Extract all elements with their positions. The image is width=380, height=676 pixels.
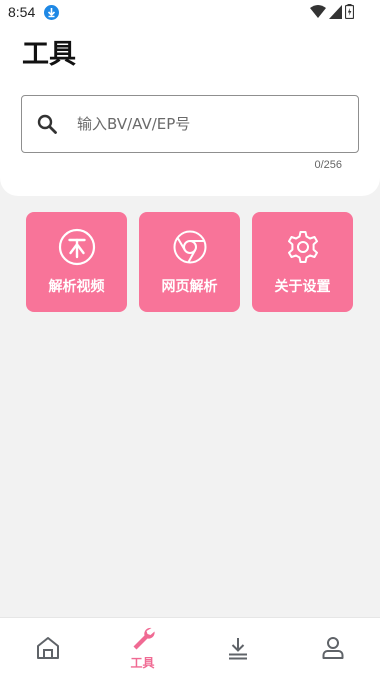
home-icon (35, 635, 61, 661)
coin-icon (58, 228, 96, 266)
chrome-icon (171, 228, 209, 266)
parse-video-button[interactable]: 解析视频 (26, 212, 127, 312)
search-input[interactable] (77, 96, 347, 152)
bottom-nav: 工具 (0, 617, 380, 676)
signal-icon (329, 4, 342, 23)
battery-icon (344, 3, 355, 23)
status-time: 8:54 (8, 4, 36, 20)
wrench-icon (130, 625, 156, 651)
nav-label: 工具 (130, 656, 155, 670)
char-counter: 0/256 (314, 159, 342, 171)
search-icon (36, 113, 58, 135)
wifi-icon (310, 4, 326, 23)
about-settings-button[interactable]: 关于设置 (252, 212, 353, 312)
profile-icon (320, 635, 346, 661)
header-card: 工具 0/256 (0, 26, 380, 196)
tool-grid: 解析视频 网页解析 关于设置 (26, 212, 353, 312)
tool-label: 关于设置 (274, 279, 331, 295)
page-title: 工具 (22, 39, 76, 70)
nav-tools[interactable]: 工具 (95, 618, 190, 676)
gear-icon (284, 228, 322, 266)
tool-label: 解析视频 (48, 279, 105, 295)
nav-downloads[interactable] (190, 618, 285, 676)
status-bar: 8:54 (0, 0, 380, 26)
status-indicators (310, 3, 355, 23)
download-notification-icon (44, 5, 59, 20)
tool-label: 网页解析 (161, 279, 218, 295)
search-box[interactable] (21, 95, 359, 153)
nav-profile[interactable] (285, 618, 380, 676)
web-parse-button[interactable]: 网页解析 (139, 212, 240, 312)
download-icon (225, 635, 251, 661)
nav-home[interactable] (0, 618, 95, 676)
